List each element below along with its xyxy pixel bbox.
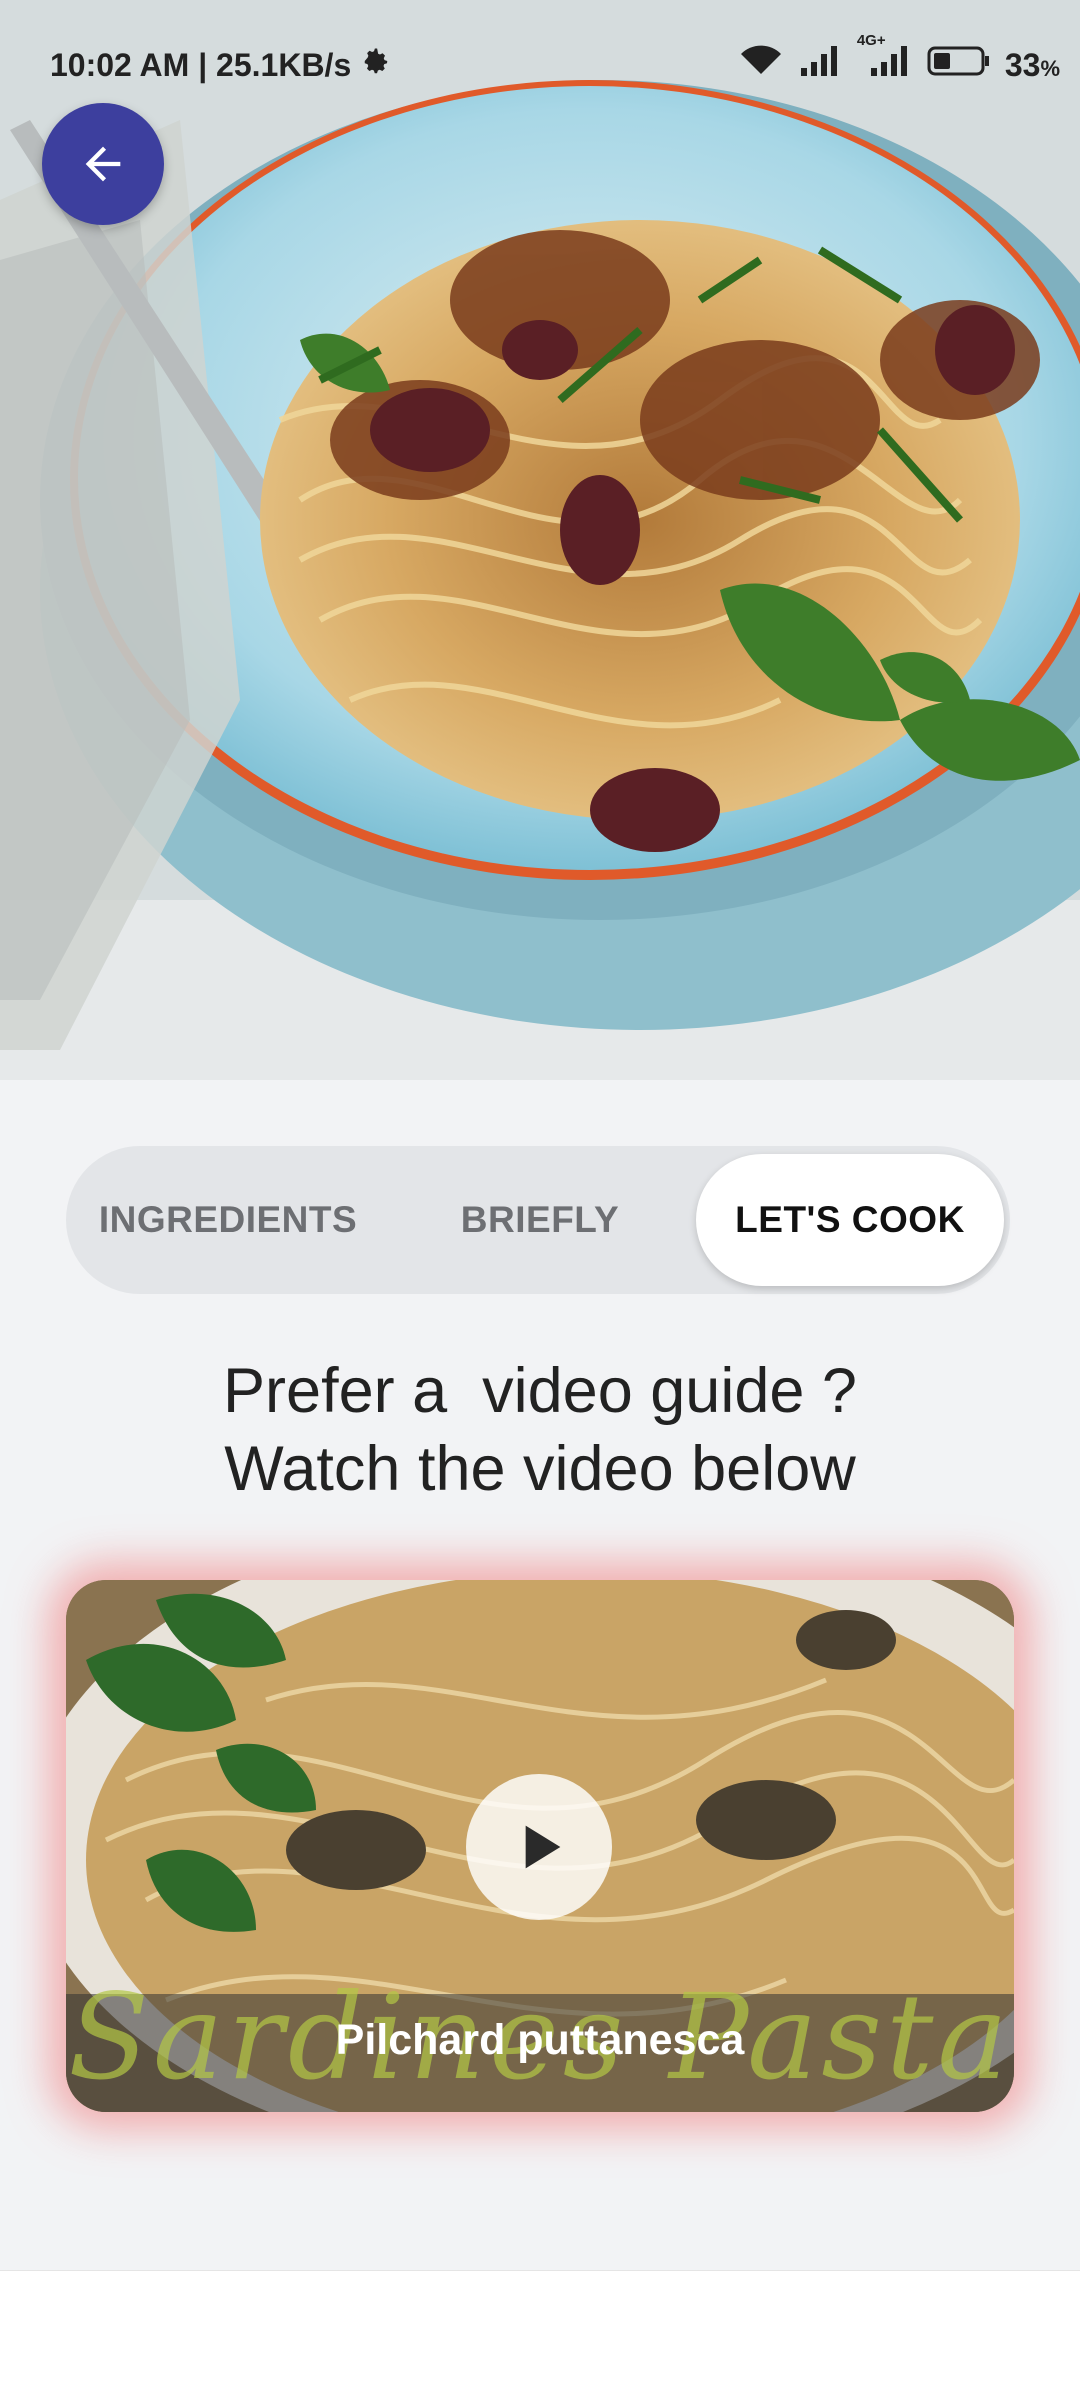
- settings-gear-icon: [361, 46, 391, 84]
- tab-briefly[interactable]: BRIEFLY: [390, 1146, 690, 1294]
- play-button[interactable]: [466, 1774, 612, 1920]
- video-prompt-heading: Prefer a video guide ? Watch the video b…: [0, 1352, 1080, 1508]
- headline-line-2: Watch the video below: [224, 1434, 856, 1504]
- battery-icon: [927, 45, 991, 85]
- tab-lets-cook[interactable]: LET'S COOK: [696, 1154, 1004, 1286]
- video-card[interactable]: Sardines Pasta Pilchard puttanesca: [66, 1580, 1014, 2112]
- battery-percent: 33: [1004, 46, 1041, 83]
- recipe-tabs: INGREDIENTS BRIEFLY LET'S COOK: [66, 1146, 1010, 1294]
- status-bar: 10:02 AM | 25.1KB/s 4G+ 33%: [0, 0, 1080, 130]
- play-icon: [525, 1825, 561, 1869]
- bottom-area: [0, 2270, 1080, 2401]
- network-type-label: 4G+: [856, 32, 886, 49]
- status-right: 4G+ 33%: [737, 32, 1060, 86]
- battery-unit: %: [1040, 55, 1060, 81]
- signal-icon: [799, 44, 841, 86]
- status-left: 10:02 AM | 25.1KB/s: [50, 46, 391, 84]
- status-time-speed: 10:02 AM | 25.1KB/s: [50, 46, 352, 83]
- signal-4g-icon: 4G+: [855, 32, 913, 86]
- back-button[interactable]: [42, 103, 164, 225]
- video-title: Pilchard puttanesca: [335, 2016, 745, 2064]
- wifi-icon: [737, 44, 785, 86]
- arrow-left-icon: [85, 146, 121, 182]
- tab-ingredients[interactable]: INGREDIENTS: [66, 1146, 390, 1294]
- headline-line-1: Prefer a video guide ?: [223, 1356, 857, 1426]
